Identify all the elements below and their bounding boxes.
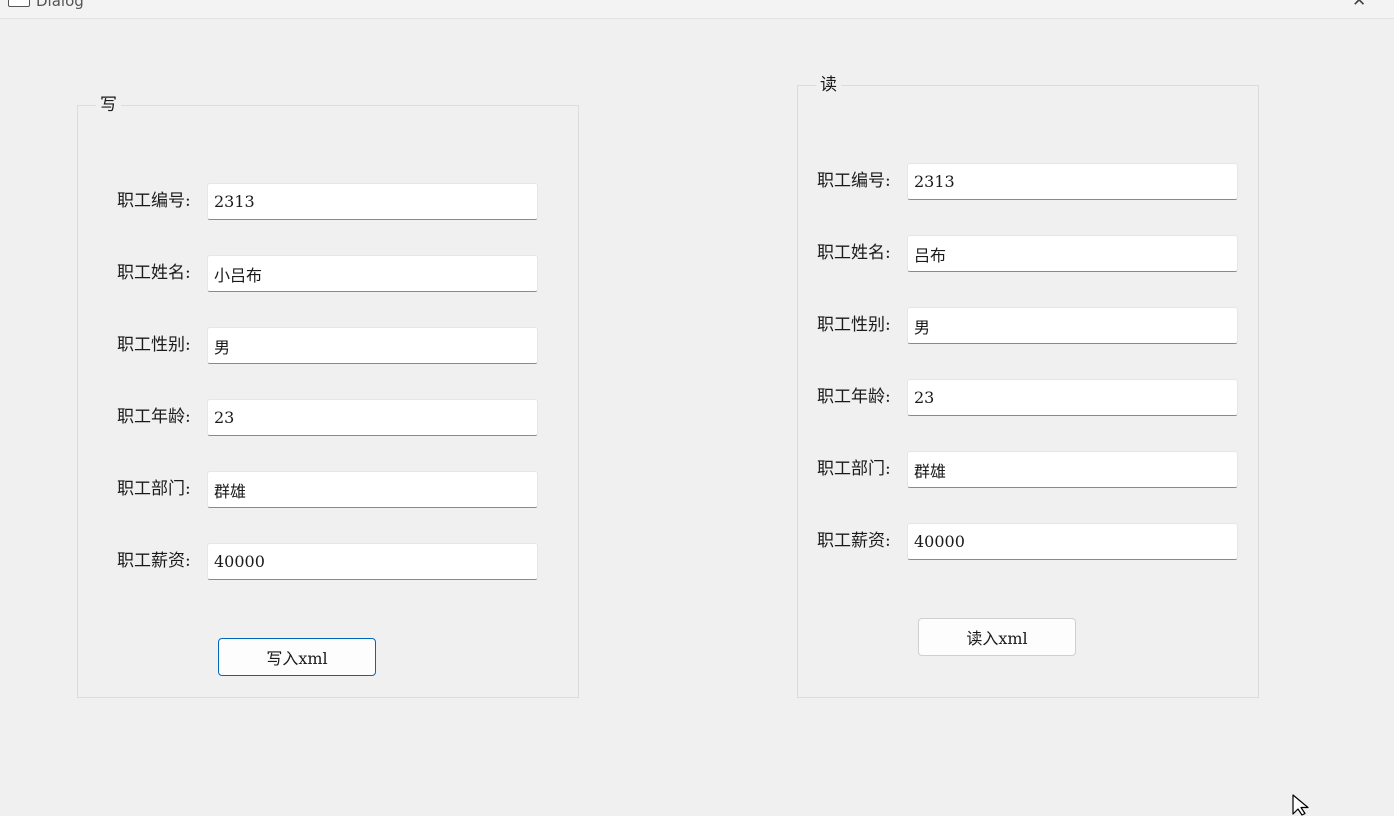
read-employee-age-label: 职工年龄: xyxy=(817,387,891,407)
write-xml-button[interactable]: 写入xml xyxy=(218,638,376,676)
write-employee-id-input[interactable] xyxy=(207,183,538,220)
close-icon[interactable]: ✕ xyxy=(1352,0,1366,11)
read-employee-gender-label: 职工性别: xyxy=(817,315,891,335)
read-xml-button[interactable]: 读入xml xyxy=(918,618,1076,656)
read-group-title: 读 xyxy=(816,74,841,96)
write-employee-gender-input[interactable] xyxy=(207,327,538,364)
read-employee-id-input[interactable] xyxy=(907,163,1238,200)
write-employee-name-input[interactable] xyxy=(207,255,538,292)
read-employee-id-label: 职工编号: xyxy=(817,171,891,191)
title-bar[interactable]: Dialog – ✕ xyxy=(0,0,1394,19)
read-employee-salary-label: 职工薪资: xyxy=(817,531,891,551)
write-employee-salary-label: 职工薪资: xyxy=(117,551,191,571)
write-employee-age-input[interactable] xyxy=(207,399,538,436)
write-group-title: 写 xyxy=(96,94,121,116)
read-employee-name-input[interactable] xyxy=(907,235,1238,272)
write-employee-department-input[interactable] xyxy=(207,471,538,508)
dialog-window: Dialog – ✕ 写 职工编号: 职工姓名: 职工性别: 职工年龄: 职工部… xyxy=(0,0,1394,816)
write-employee-age-label: 职工年龄: xyxy=(117,407,191,427)
read-employee-age-input[interactable] xyxy=(907,379,1238,416)
write-employee-gender-label: 职工性别: xyxy=(117,335,191,355)
read-employee-name-label: 职工姓名: xyxy=(817,243,891,263)
read-employee-salary-input[interactable] xyxy=(907,523,1238,560)
minimize-icon[interactable]: – xyxy=(1286,0,1294,8)
window-icon xyxy=(8,0,30,7)
write-employee-department-label: 职工部门: xyxy=(117,479,191,499)
read-employee-department-label: 职工部门: xyxy=(817,459,891,479)
write-employee-id-label: 职工编号: xyxy=(117,191,191,211)
read-employee-gender-input[interactable] xyxy=(907,307,1238,344)
mouse-pointer-icon xyxy=(1292,794,1309,816)
window-title: Dialog xyxy=(36,0,84,10)
read-employee-department-input[interactable] xyxy=(907,451,1238,488)
write-employee-name-label: 职工姓名: xyxy=(117,263,191,283)
write-employee-salary-input[interactable] xyxy=(207,543,538,580)
